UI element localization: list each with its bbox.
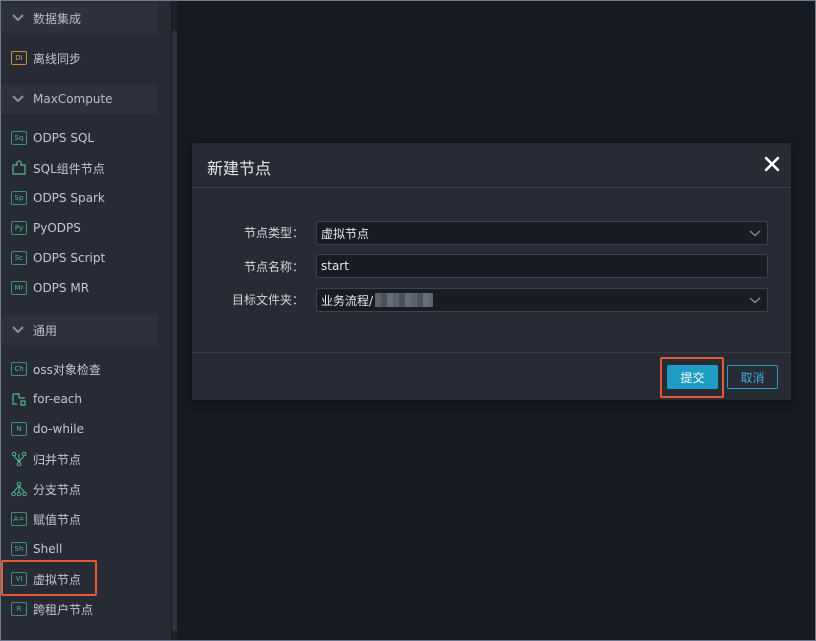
puzzle-icon	[12, 160, 26, 175]
spark-icon: Sp	[11, 191, 27, 205]
shell-icon: Sh	[11, 542, 27, 556]
sidebar-item-label: oss对象检查	[33, 362, 101, 377]
chevron-down-icon	[749, 230, 761, 237]
redacted-folder-name	[375, 293, 434, 307]
node-name-value: start	[321, 259, 349, 273]
close-icon[interactable]	[763, 155, 781, 173]
new-node-dialog: 新建节点 节点类型： 虚拟节点 节点名称： start 目标文件夹： 业务流程/…	[192, 143, 791, 400]
sidebar-item-label: for-each	[33, 392, 83, 406]
sidebar-item-label: ODPS MR	[33, 281, 90, 295]
group-header-data-integration[interactable]: 数据集成	[1, 3, 158, 33]
group-header-general[interactable]: 通用	[1, 315, 158, 345]
sidebar-item-cross-tenant[interactable]: R 跨租户节点	[7, 596, 157, 622]
python-icon: Py	[11, 221, 27, 235]
dialog-header: 新建节点	[192, 143, 791, 188]
di-icon: DI	[11, 51, 27, 65]
sidebar-item-for-each[interactable]: for-each	[7, 386, 157, 412]
sidebar-item-virtual-node[interactable]: VI 虚拟节点	[7, 566, 157, 592]
sidebar-item-label: 虚拟节点	[33, 572, 82, 587]
sidebar-scrollbar[interactable]	[172, 1, 177, 640]
check-icon: Ch	[11, 362, 27, 376]
sidebar-item-label: PyODPS	[33, 221, 81, 235]
scrollbar-thumb[interactable]	[172, 31, 177, 631]
mapreduce-icon: Mr	[11, 281, 27, 295]
target-folder-label: 目标文件夹：	[231, 293, 304, 307]
sidebar-item-label: do-while	[33, 422, 84, 436]
sidebar-item-label: 离线同步	[33, 51, 82, 66]
sql-icon: Sq	[11, 131, 27, 145]
sidebar-item-label: ODPS SQL	[33, 131, 95, 145]
chevron-down-icon	[12, 95, 24, 103]
sidebar-item-label: 跨租户节点	[33, 602, 94, 617]
sidebar-item-assign[interactable]: A= 赋值节点	[7, 506, 157, 532]
sidebar-item-branch[interactable]: 分支节点	[7, 476, 157, 502]
sidebar-item-odps-spark[interactable]: Sp ODPS Spark	[7, 185, 157, 211]
do-while-icon: N	[11, 422, 27, 436]
node-name-input[interactable]: start	[316, 254, 768, 278]
dialog-footer: 提交 取消	[192, 352, 791, 400]
sidebar-item-merge[interactable]: 归并节点	[7, 446, 157, 472]
sidebar-item-sql-component[interactable]: SQL组件节点	[7, 155, 157, 181]
group-label: 数据集成	[33, 11, 82, 26]
dialog-title: 新建节点	[207, 159, 272, 178]
submit-button[interactable]: 提交	[667, 365, 718, 389]
group-label: 通用	[33, 323, 58, 338]
sidebar-item-pyodps[interactable]: Py PyODPS	[7, 215, 157, 241]
sidebar-item-odps-script[interactable]: Sc ODPS Script	[7, 245, 157, 271]
cancel-button[interactable]: 取消	[727, 365, 778, 389]
branch-icon	[11, 481, 27, 497]
assign-icon: A=	[11, 512, 27, 526]
sidebar-item-shell[interactable]: Sh Shell	[7, 536, 157, 562]
script-icon: Sc	[11, 251, 27, 265]
cross-tenant-icon: R	[11, 602, 27, 616]
node-type-value: 虚拟节点	[321, 226, 370, 241]
target-folder-select[interactable]: 业务流程/	[316, 288, 768, 312]
merge-icon	[11, 451, 27, 467]
sidebar-item-label: Shell	[33, 542, 63, 556]
node-type-label: 节点类型：	[243, 226, 304, 240]
sidebar-item-label: SQL组件节点	[33, 161, 105, 176]
node-name-label: 节点名称：	[243, 260, 304, 274]
sidebar-item-label: 归并节点	[33, 452, 82, 467]
loop-icon	[12, 393, 26, 406]
chevron-down-icon	[749, 297, 761, 304]
sidebar-item-label: ODPS Script	[33, 251, 106, 265]
target-folder-value: 业务流程/	[321, 293, 374, 308]
sidebar-item-odps-mr[interactable]: Mr ODPS MR	[7, 275, 157, 301]
node-type-select[interactable]: 虚拟节点	[316, 221, 768, 245]
chevron-down-icon	[12, 326, 24, 334]
node-sidebar: 数据集成 DI 离线同步 MaxCompute Sq ODPS SQL SQL组…	[1, 1, 171, 640]
sidebar-item-label: ODPS Spark	[33, 191, 105, 205]
group-label: MaxCompute	[33, 92, 113, 106]
sidebar-item-odps-sql[interactable]: Sq ODPS SQL	[7, 125, 157, 151]
sidebar-item-label: 赋值节点	[33, 512, 82, 527]
sidebar-item-oss-check[interactable]: Ch oss对象检查	[7, 356, 157, 382]
sidebar-item-do-while[interactable]: N do-while	[7, 416, 157, 442]
sidebar-item-offline-sync[interactable]: DI 离线同步	[7, 45, 157, 71]
chevron-down-icon	[12, 14, 24, 22]
virtual-icon: VI	[11, 572, 27, 586]
sidebar-item-label: 分支节点	[33, 482, 82, 497]
group-header-maxcompute[interactable]: MaxCompute	[1, 84, 158, 114]
